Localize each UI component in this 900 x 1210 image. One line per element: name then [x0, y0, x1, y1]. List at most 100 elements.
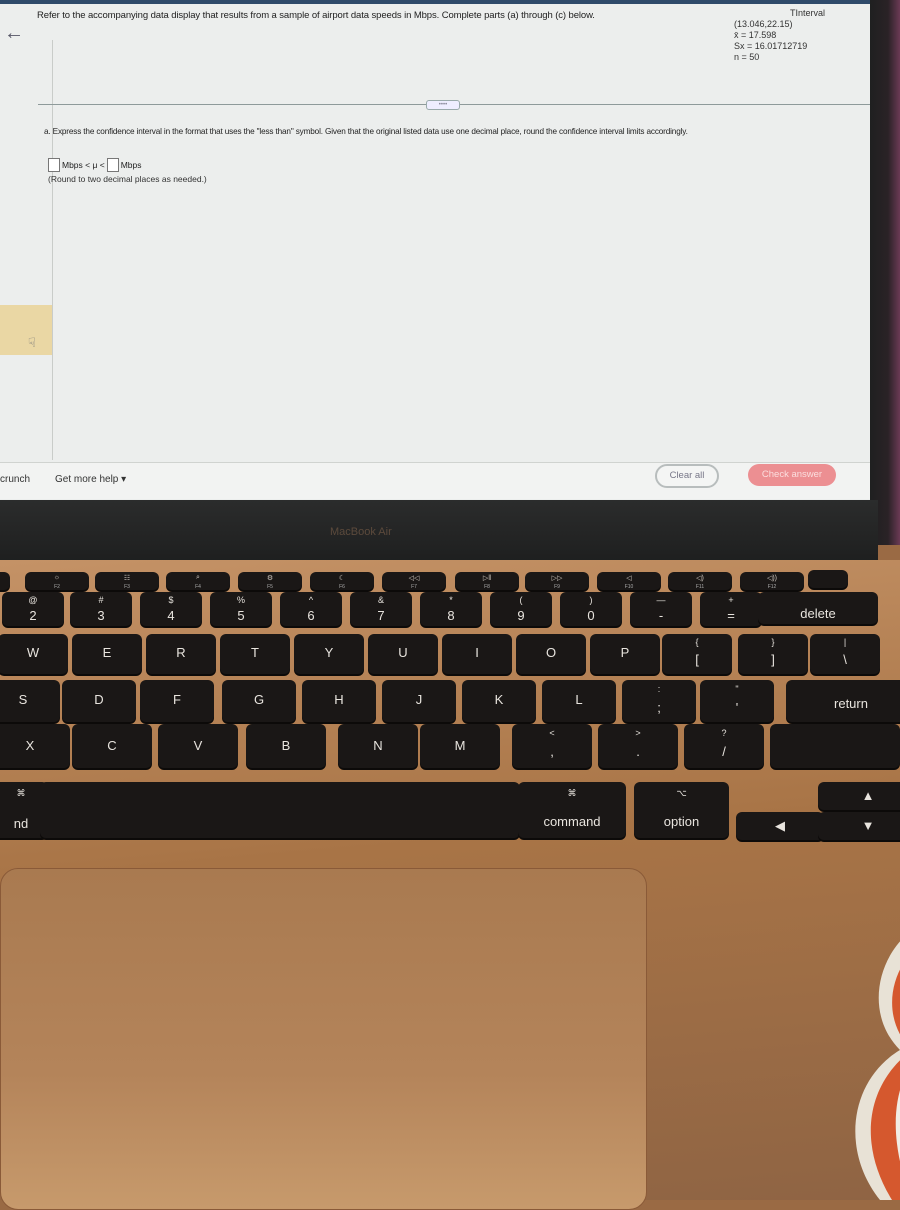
- macbook-label: MacBook Air: [330, 526, 392, 538]
- key-j-label: J: [415, 692, 423, 707]
- key-f6-shift-label: F6: [339, 584, 345, 590]
- key-f2[interactable]: F2 ☼: [25, 572, 89, 590]
- key-f[interactable]: F: [140, 680, 214, 722]
- key-arrow-up[interactable]: ▲: [818, 782, 900, 810]
- key-space[interactable]: [40, 782, 520, 838]
- key-n[interactable]: N: [338, 724, 418, 768]
- key-h[interactable]: H: [302, 680, 376, 722]
- key-punct-b6[interactable]: <,: [512, 724, 592, 768]
- key-punct-b8[interactable]: ? /: [684, 724, 764, 768]
- key-m[interactable]: M: [420, 724, 500, 768]
- key-e[interactable]: E: [72, 634, 142, 674]
- key-return[interactable]: return: [786, 680, 900, 722]
- key-r-label: R: [176, 645, 186, 660]
- key-right-command[interactable]: ⌘ command: [518, 782, 626, 838]
- key-o[interactable]: O: [516, 634, 586, 674]
- key-f4-shift-label: F4: [195, 584, 201, 590]
- key--[interactable]: — -: [630, 592, 692, 626]
- key-f3[interactable]: F3 ☷: [95, 572, 159, 590]
- key-6[interactable]: ^ 6: [280, 592, 342, 626]
- key-x[interactable]: X: [0, 724, 70, 768]
- key-arrow-down[interactable]: ▼: [818, 812, 900, 840]
- key-u[interactable]: U: [368, 634, 438, 674]
- statcrunch-link[interactable]: crunch: [0, 474, 30, 485]
- key-arrow-left[interactable]: ◀: [736, 812, 824, 840]
- key-=[interactable]: + =: [700, 592, 762, 626]
- key-8[interactable]: * 8: [420, 592, 482, 626]
- key-bracket-11[interactable]: | \: [810, 634, 880, 674]
- key-f10-label: ◁: [626, 575, 632, 582]
- trackpad[interactable]: [0, 868, 647, 1210]
- key-e-label: E: [102, 645, 112, 660]
- key-s[interactable]: S: [0, 680, 60, 722]
- tinterval-sx: Sx = 16.01712719: [734, 41, 808, 51]
- key-f7-label: ◁◁: [408, 575, 420, 582]
- back-arrow-icon[interactable]: ←: [4, 22, 24, 45]
- key-=-label: =: [727, 608, 735, 623]
- key-right-shift[interactable]: [770, 724, 900, 768]
- get-more-help-button[interactable]: Get more help ▾: [55, 474, 126, 485]
- key-punct-9[interactable]: " ': [700, 680, 774, 722]
- key-9[interactable]: (9: [490, 592, 552, 626]
- key-x-label: X: [25, 738, 35, 753]
- key-t-label: T: [251, 645, 259, 660]
- key-r[interactable]: R: [146, 634, 216, 674]
- key-f8[interactable]: F8 ▷‖: [455, 572, 519, 590]
- key-4[interactable]: $4: [140, 592, 202, 626]
- key-punct-b7[interactable]: >.: [598, 724, 678, 768]
- key-option[interactable]: ⌥ option: [634, 782, 729, 838]
- key-2[interactable]: @2: [2, 592, 64, 626]
- key-f12[interactable]: F12 ◁)): [740, 572, 804, 590]
- key-w[interactable]: W: [0, 634, 68, 674]
- key-b[interactable]: B: [246, 724, 326, 768]
- screen-right-edge: [870, 0, 900, 545]
- key-f6[interactable]: F6 ☾: [310, 572, 374, 590]
- key-f5-shift-label: F5: [267, 584, 273, 590]
- key-f4[interactable]: F4 ⌕: [166, 572, 230, 590]
- key-y[interactable]: Y: [294, 634, 364, 674]
- key-delete[interactable]: delete: [758, 592, 878, 624]
- key---shift-label: —: [656, 595, 666, 605]
- key---label: -: [658, 608, 664, 623]
- key-d[interactable]: D: [62, 680, 136, 722]
- key-3[interactable]: #3: [70, 592, 132, 626]
- key-arrow-down-label: ▼: [861, 818, 875, 833]
- key-f5[interactable]: F5 ⚙: [238, 572, 302, 590]
- key-5[interactable]: % 5: [210, 592, 272, 626]
- divider-drag-handle[interactable]: ••••: [426, 100, 460, 110]
- key-s-label: S: [18, 692, 28, 707]
- key-f7[interactable]: F7 ◁◁: [382, 572, 446, 590]
- key-f9[interactable]: F9 ▷▷: [525, 572, 589, 590]
- key-j[interactable]: J: [382, 680, 456, 722]
- key-bracket-9[interactable]: {[: [662, 634, 732, 674]
- key-7[interactable]: & 7: [350, 592, 412, 626]
- key-i[interactable]: I: [442, 634, 512, 674]
- key-3-shift-label: #: [98, 595, 104, 605]
- key-c[interactable]: C: [72, 724, 152, 768]
- key-f1[interactable]: [0, 572, 10, 590]
- key-right-command-shift-label: ⌘: [567, 788, 577, 798]
- key-0-label: 0: [587, 608, 595, 623]
- inequality-text: Mbps < μ <: [62, 160, 105, 170]
- key-touch-id[interactable]: [808, 570, 848, 588]
- browser-screen: ☟ ← Refer to the accompanying data displ…: [0, 0, 878, 500]
- key-f11[interactable]: F11 ◁): [668, 572, 732, 590]
- key-g[interactable]: G: [222, 680, 296, 722]
- clear-all-button[interactable]: Clear all: [655, 464, 719, 488]
- key-p[interactable]: P: [590, 634, 660, 674]
- key-l[interactable]: L: [542, 680, 616, 722]
- key-b-label: B: [281, 738, 291, 753]
- key-f9-label: ▷▷: [551, 575, 563, 582]
- key-f10[interactable]: F10 ◁: [597, 572, 661, 590]
- check-answer-button[interactable]: Check answer: [748, 464, 836, 486]
- lower-bound-input[interactable]: [48, 158, 60, 172]
- key-bracket-10[interactable]: }]: [738, 634, 808, 674]
- key-0[interactable]: ) 0: [560, 592, 622, 626]
- upper-bound-input[interactable]: [106, 158, 119, 172]
- key-k[interactable]: K: [462, 680, 536, 722]
- key-t[interactable]: T: [220, 634, 290, 674]
- key-punct-8[interactable]: :;: [622, 680, 696, 722]
- key-bracket-10-label: ]: [771, 652, 775, 667]
- key-v[interactable]: V: [158, 724, 238, 768]
- key-7-shift-label: &: [377, 595, 384, 605]
